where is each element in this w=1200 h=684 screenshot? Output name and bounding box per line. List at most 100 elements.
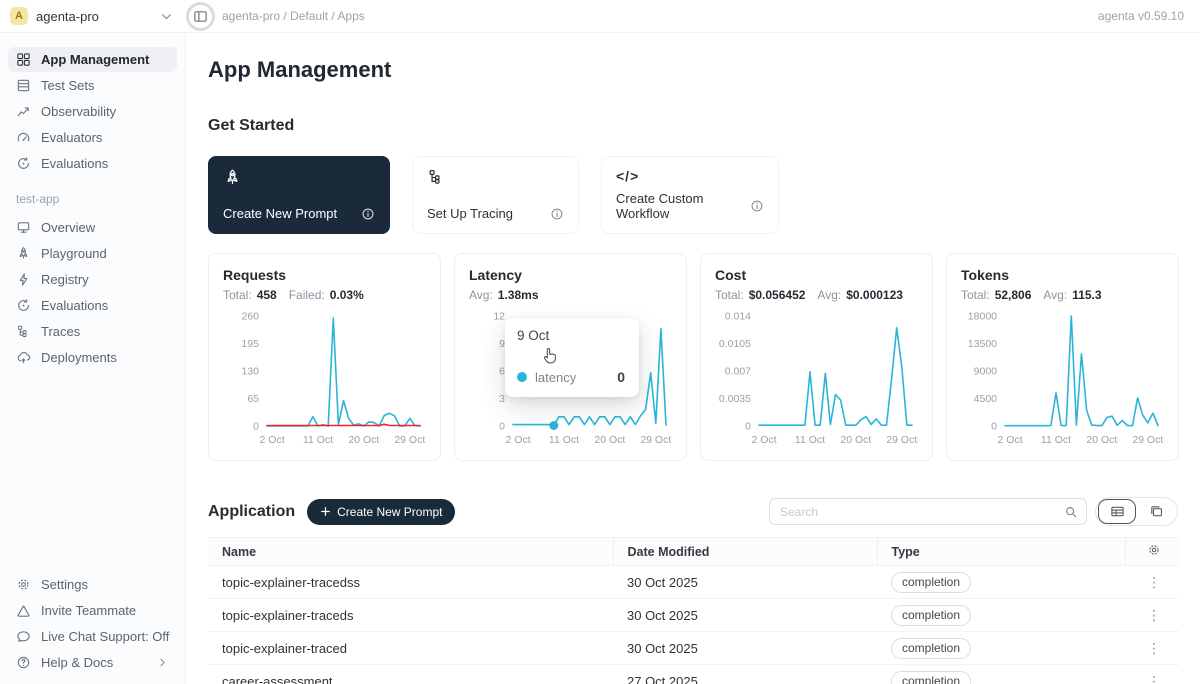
sidebar-item-overview[interactable]: Overview: [8, 215, 177, 240]
card-label: Create Custom Workflow: [616, 191, 740, 221]
sidebar-item-label: Registry: [41, 272, 89, 287]
sidebar-item-label: Overview: [41, 220, 95, 235]
app-name[interactable]: topic-explainer-traced: [208, 632, 613, 665]
svg-text:29 Oct: 29 Oct: [886, 434, 917, 446]
sidebar-item-live-chat-support[interactable]: Live Chat Support: Off: [8, 624, 177, 649]
workspace-name: agenta-pro: [36, 9, 151, 24]
app-date: 30 Oct 2025: [613, 632, 877, 665]
row-menu-button[interactable]: ⋮: [1147, 608, 1161, 622]
sidebar-item-evaluations-app[interactable]: Evaluations: [8, 293, 177, 318]
metric-title: Cost: [715, 267, 920, 283]
tokens-chart[interactable]: 04500900013500180002 Oct11 Oct20 Oct29 O…: [961, 308, 1166, 450]
app-version: agenta v0.59.10: [1098, 9, 1200, 23]
info-icon[interactable]: [550, 207, 564, 221]
help-icon: [16, 655, 31, 670]
main-content: App Management Get Started Create New Pr…: [186, 33, 1200, 684]
sidebar-item-settings[interactable]: Settings: [8, 572, 177, 597]
sidebar-item-deployments[interactable]: Deployments: [8, 345, 177, 370]
sidebar-item-evaluators[interactable]: Evaluators: [8, 125, 177, 150]
column-settings[interactable]: [1125, 538, 1179, 566]
svg-text:0.014: 0.014: [725, 311, 751, 323]
table-row[interactable]: topic-explainer-traceds 30 Oct 2025 comp…: [208, 599, 1179, 632]
workspace-selector[interactable]: A agenta-pro: [0, 7, 186, 25]
set-up-tracing-card[interactable]: Set Up Tracing: [412, 156, 579, 234]
row-menu-button[interactable]: ⋮: [1147, 674, 1161, 684]
chevron-right-icon: [156, 656, 169, 669]
metric-stats: Total:$0.056452 Avg:$0.000123: [715, 288, 920, 302]
triangle-icon: [16, 603, 31, 618]
search-icon[interactable]: [1056, 499, 1086, 524]
svg-text:9000: 9000: [974, 366, 998, 378]
sidebar-item-label: Invite Teammate: [41, 603, 136, 618]
requests-chart[interactable]: 0651301952602 Oct11 Oct20 Oct29 Oct: [223, 308, 428, 450]
table-row[interactable]: topic-explainer-traced 30 Oct 2025 compl…: [208, 632, 1179, 665]
column-header-type[interactable]: Type: [877, 538, 1125, 566]
sidebar-item-evaluations[interactable]: Evaluations: [8, 151, 177, 176]
svg-text:20 Oct: 20 Oct: [594, 434, 625, 446]
table-header-row: Name Date Modified Type: [208, 538, 1179, 566]
cost-metric-card: Cost Total:$0.056452 Avg:$0.000123 00.00…: [700, 253, 933, 461]
info-icon[interactable]: [361, 207, 375, 221]
sidebar-item-label: Test Sets: [41, 78, 94, 93]
chat-icon: [16, 629, 31, 644]
application-heading: Application: [208, 502, 295, 522]
svg-text:0.0105: 0.0105: [719, 338, 751, 350]
sidebar-item-test-sets[interactable]: Test Sets: [8, 73, 177, 98]
row-menu-button[interactable]: ⋮: [1147, 641, 1161, 655]
search-input[interactable]: [770, 505, 1056, 519]
breadcrumb-area: agenta-pro / Default / Apps: [186, 2, 1098, 31]
svg-text:29 Oct: 29 Oct: [1132, 434, 1163, 446]
svg-text:0.007: 0.007: [725, 366, 751, 378]
get-started-heading: Get Started: [208, 116, 1178, 136]
sidebar-item-traces[interactable]: Traces: [8, 319, 177, 344]
svg-text:29 Oct: 29 Oct: [640, 434, 671, 446]
sidebar-app-nav: Overview Playground Registry Evaluations…: [8, 215, 177, 371]
sidebar-item-registry[interactable]: Registry: [8, 267, 177, 292]
svg-text:2 Oct: 2 Oct: [260, 434, 285, 446]
test-sets-icon: [16, 78, 31, 93]
chevron-down-icon[interactable]: [159, 9, 174, 24]
column-header-date-modified[interactable]: Date Modified: [613, 538, 877, 566]
sidebar-collapse-icon: [193, 9, 208, 24]
app-name[interactable]: topic-explainer-traceds: [208, 599, 613, 632]
gear-icon: [16, 577, 31, 592]
row-menu-button[interactable]: ⋮: [1147, 575, 1161, 589]
svg-text:11 Oct: 11 Oct: [1041, 434, 1071, 446]
sidebar-toggle-button[interactable]: [186, 2, 215, 31]
sidebar-item-label: Traces: [41, 324, 80, 339]
table-row[interactable]: topic-explainer-tracedss 30 Oct 2025 com…: [208, 566, 1179, 599]
svg-text:0.0035: 0.0035: [719, 393, 751, 405]
application-header: Application Create New Prompt: [208, 497, 1178, 526]
sidebar-item-invite-teammate[interactable]: Invite Teammate: [8, 598, 177, 623]
workspace-avatar: A: [10, 7, 28, 25]
create-new-prompt-card[interactable]: Create New Prompt: [208, 156, 390, 234]
create-custom-workflow-card[interactable]: </> Create Custom Workflow: [601, 156, 779, 234]
sidebar-item-help-docs[interactable]: Help & Docs: [8, 650, 177, 675]
get-started-cards: Create New Prompt Set Up Tracing </> Cre…: [208, 156, 1178, 234]
svg-text:65: 65: [247, 393, 259, 405]
table-row[interactable]: career-assessment 27 Oct 2025 completion…: [208, 665, 1179, 684]
create-new-prompt-button[interactable]: Create New Prompt: [307, 499, 455, 525]
column-header-name[interactable]: Name: [208, 538, 613, 566]
svg-text:13500: 13500: [968, 338, 997, 350]
apps-table: Name Date Modified Type topic-explainer-…: [208, 537, 1179, 684]
app-root: A agenta-pro agenta-pro / Default / Apps…: [0, 0, 1200, 684]
info-icon[interactable]: [750, 199, 764, 213]
svg-text:0: 0: [991, 421, 997, 433]
app-name[interactable]: topic-explainer-tracedss: [208, 566, 613, 599]
svg-text:20 Oct: 20 Oct: [1086, 434, 1117, 446]
chart-tooltip: 9 Oct latency 0: [505, 318, 639, 397]
card-view-button[interactable]: [1137, 499, 1175, 524]
cost-chart[interactable]: 00.00350.0070.01050.0142 Oct11 Oct20 Oct…: [715, 308, 920, 450]
app-name[interactable]: career-assessment: [208, 665, 613, 684]
sidebar-item-observability[interactable]: Observability: [8, 99, 177, 124]
svg-text:29 Oct: 29 Oct: [394, 434, 425, 446]
sidebar-item-app-management[interactable]: App Management: [8, 47, 177, 72]
table-view-button[interactable]: [1098, 499, 1136, 524]
sidebar-footer-nav: Settings Invite Teammate Live Chat Suppo…: [8, 572, 177, 676]
sidebar-item-playground[interactable]: Playground: [8, 241, 177, 266]
breadcrumb[interactable]: agenta-pro / Default / Apps: [222, 9, 365, 23]
svg-text:4500: 4500: [974, 393, 998, 405]
sidebar: App Management Test Sets Observability E…: [0, 33, 186, 684]
mouse-cursor-hand-icon: [541, 346, 559, 369]
